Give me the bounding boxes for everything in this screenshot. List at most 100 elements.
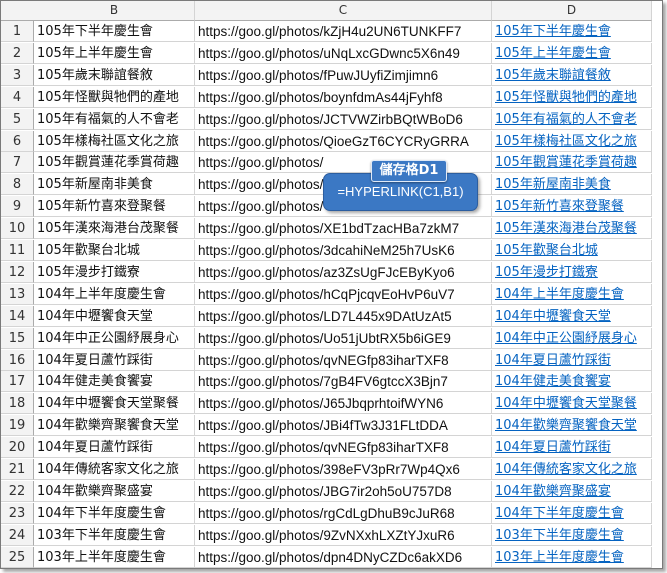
cell-photo-url[interactable]: https://goo.gl/photos/qvNEGfp83iharTXF8 (195, 437, 492, 459)
hyperlink-text[interactable]: 104年夏日蘆竹踩街 (495, 440, 611, 455)
cell-hyperlink[interactable]: 105年上半年慶生會 (492, 42, 652, 64)
row-header[interactable]: 5 (1, 108, 34, 130)
cell-event-name[interactable]: 105年新屋南非美食 (34, 174, 195, 196)
hyperlink-text[interactable]: 104年下半年度慶生會 (495, 506, 624, 521)
cell-event-name[interactable]: 105年觀賞蓮花季賞荷趣 (34, 152, 195, 174)
cell-hyperlink[interactable]: 104年歡樂齊聚饗食天堂 (492, 415, 652, 437)
cell-hyperlink[interactable]: 104年中壢饗食天堂 (492, 305, 652, 327)
row-header[interactable]: 6 (1, 130, 34, 152)
cell-hyperlink[interactable]: 104年中正公園紓展身心 (492, 327, 652, 349)
hyperlink-text[interactable]: 103年上半年度慶生會 (495, 550, 624, 565)
row-header[interactable]: 20 (1, 437, 34, 459)
hyperlink-text[interactable]: 105年觀賞蓮花季賞荷趣 (495, 155, 637, 170)
row-header[interactable]: 21 (1, 459, 34, 480)
cell-hyperlink[interactable]: 105年漫步打鐵寮 (492, 261, 652, 283)
hyperlink-text[interactable]: 104年中壢饗食天堂聚餐 (495, 396, 637, 411)
cell-event-name[interactable]: 105年有福氣的人不會老 (34, 108, 195, 130)
cell-hyperlink[interactable]: 103年下半年度慶生會 (492, 524, 652, 546)
cell-event-name[interactable]: 104年夏日蘆竹踩街 (34, 349, 195, 371)
hyperlink-text[interactable]: 105年怪獸與牠們的產地 (495, 90, 637, 105)
cell-photo-url[interactable]: https://goo.gl/photos/uNqLxcGDwnc5X6n49 (195, 42, 492, 64)
cell-photo-url[interactable]: https://goo.gl/photos/7gB4FV6gtccX3Bjn7 (195, 371, 492, 393)
cell-hyperlink[interactable]: 105年觀賞蓮花季賞荷趣 (492, 152, 652, 174)
row-header[interactable]: 11 (1, 240, 34, 261)
row-header[interactable]: 7 (1, 152, 34, 174)
cell-hyperlink[interactable]: 105年怪獸與牠們的產地 (492, 86, 652, 108)
cell-photo-url[interactable]: https://goo.gl/photos/398eFV3pRr7Wp4Qx6 (195, 459, 492, 480)
cell-hyperlink[interactable]: 105年有福氣的人不會老 (492, 108, 652, 130)
cell-event-name[interactable]: 105年漢來海港台茂聚餐 (34, 218, 195, 240)
hyperlink-text[interactable]: 105年歲末聯誼餐敘 (495, 68, 611, 83)
cell-hyperlink[interactable]: 105年新屋南非美食 (492, 174, 652, 196)
cell-event-name[interactable]: 104年歡樂齊聚盛宴 (34, 480, 195, 502)
row-header[interactable]: 9 (1, 196, 34, 218)
hyperlink-text[interactable]: 105年樣梅社區文化之旅 (495, 134, 637, 149)
hyperlink-text[interactable]: 105年漫步打鐵寮 (495, 265, 598, 280)
row-header[interactable]: 8 (1, 174, 34, 196)
cell-hyperlink[interactable]: 105年漢來海港台茂聚餐 (492, 218, 652, 240)
hyperlink-text[interactable]: 104年中壢饗食天堂 (495, 309, 611, 324)
hyperlink-text[interactable]: 104年夏日蘆竹踩街 (495, 353, 611, 368)
cell-event-name[interactable]: 105年樣梅社區文化之旅 (34, 130, 195, 152)
cell-hyperlink[interactable]: 105年歲末聯誼餐敘 (492, 64, 652, 86)
hyperlink-text[interactable]: 105年漢來海港台茂聚餐 (495, 221, 637, 236)
hyperlink-text[interactable]: 103年下半年度慶生會 (495, 528, 624, 543)
hyperlink-text[interactable]: 104年中正公園紓展身心 (495, 331, 637, 346)
cell-photo-url[interactable]: https://goo.gl/photos/JBi4fTw3J31FLtDDA (195, 415, 492, 437)
cell-photo-url[interactable]: https://goo.gl/photos/az3ZsUgFJcEByKyo6 (195, 261, 492, 283)
cell-event-name[interactable]: 105年漫步打鐵寮 (34, 261, 195, 283)
cell-event-name[interactable]: 103年下半年度慶生會 (34, 524, 195, 546)
cell-photo-url[interactable]: https://goo.gl/photos/fPuwJUyfiZimjimn6 (195, 64, 492, 86)
cell-photo-url[interactable]: https://goo.gl/photos/XE1bdTzacHBa7zkM7 (195, 218, 492, 240)
cell-hyperlink[interactable]: 104年歡樂齊聚盛宴 (492, 480, 652, 502)
cell-photo-url[interactable]: https://goo.gl/photos/9ZvNXxhLXZtYJxuR6 (195, 524, 492, 546)
row-header[interactable]: 15 (1, 327, 34, 349)
hyperlink-text[interactable]: 105年新屋南非美食 (495, 177, 611, 192)
cell-event-name[interactable]: 104年上半年度慶生會 (34, 283, 195, 305)
row-header[interactable]: 4 (1, 86, 34, 108)
cell-photo-url[interactable]: https://goo.gl/photos/boynfdmAs44jFyhf8 (195, 86, 492, 108)
cell-hyperlink[interactable]: 104年健走美食饗宴 (492, 371, 652, 393)
cell-event-name[interactable]: 104年下半年度慶生會 (34, 502, 195, 524)
cell-event-name[interactable]: 104年夏日蘆竹踩街 (34, 437, 195, 459)
cell-event-name[interactable]: 105年下半年慶生會 (34, 21, 195, 42)
cell-event-name[interactable]: 104年傳統客家文化之旅 (34, 459, 195, 480)
cell-photo-url[interactable]: https://goo.gl/photos/JCTVWZirbBQtWBoD6 (195, 108, 492, 130)
row-header[interactable]: 19 (1, 415, 34, 437)
select-all-corner[interactable] (1, 1, 35, 21)
cell-hyperlink[interactable]: 104年上半年度慶生會 (492, 283, 652, 305)
row-header[interactable]: 16 (1, 349, 34, 371)
cell-hyperlink[interactable]: 105年樣梅社區文化之旅 (492, 130, 652, 152)
column-header-c[interactable]: C (195, 1, 492, 21)
cell-hyperlink[interactable]: 104年夏日蘆竹踩街 (492, 349, 652, 371)
row-header[interactable]: 13 (1, 283, 34, 305)
cell-photo-url[interactable]: https://goo.gl/photos/LD7L445x9DAtUzAt5 (195, 305, 492, 327)
cell-hyperlink[interactable]: 104年夏日蘆竹踩街 (492, 437, 652, 459)
cell-photo-url[interactable]: https://goo.gl/photos/rgCdLgDhuB9cJuR68 (195, 502, 492, 524)
cell-event-name[interactable]: 104年健走美食饗宴 (34, 371, 195, 393)
cell-hyperlink[interactable]: 103年上半年度慶生會 (492, 546, 652, 568)
hyperlink-text[interactable]: 105年上半年慶生會 (495, 46, 611, 61)
cell-photo-url[interactable]: https://goo.gl/photos/3dcahiNeM25h7UsK6 (195, 240, 492, 261)
cell-hyperlink[interactable]: 104年下半年度慶生會 (492, 502, 652, 524)
hyperlink-text[interactable]: 104年傳統客家文化之旅 (495, 462, 637, 477)
cell-event-name[interactable]: 105年新竹喜來登聚餐 (34, 196, 195, 218)
hyperlink-text[interactable]: 104年歡樂齊聚饗食天堂 (495, 418, 637, 433)
row-header[interactable]: 1 (1, 21, 34, 42)
cell-photo-url[interactable]: https://goo.gl/photos/hCqPjcqvEoHvP6uV7 (195, 283, 492, 305)
cell-photo-url[interactable]: https://goo.gl/photos/Uo51jUbtRX5b6iGE9 (195, 327, 492, 349)
cell-event-name[interactable]: 103年上半年度慶生會 (34, 546, 195, 568)
cell-photo-url[interactable]: https://goo.gl/photos/qvNEGfp83iharTXF8 (195, 349, 492, 371)
row-header[interactable]: 17 (1, 371, 34, 393)
hyperlink-text[interactable]: 105年有福氣的人不會老 (495, 112, 637, 127)
hyperlink-text[interactable]: 105年新竹喜來登聚餐 (495, 199, 624, 214)
hyperlink-text[interactable]: 104年歡樂齊聚盛宴 (495, 484, 611, 499)
row-header[interactable]: 12 (1, 261, 34, 283)
cell-event-name[interactable]: 105年怪獸與牠們的產地 (34, 86, 195, 108)
hyperlink-text[interactable]: 105年歡聚台北城 (495, 243, 598, 258)
hyperlink-text[interactable]: 104年上半年度慶生會 (495, 287, 624, 302)
hyperlink-text[interactable]: 105年下半年慶生會 (495, 24, 611, 39)
row-header[interactable]: 2 (1, 42, 34, 64)
cell-hyperlink[interactable]: 105年新竹喜來登聚餐 (492, 196, 652, 218)
cell-photo-url[interactable]: https://goo.gl/photos/JBG7ir2oh5oU757D8 (195, 480, 492, 502)
